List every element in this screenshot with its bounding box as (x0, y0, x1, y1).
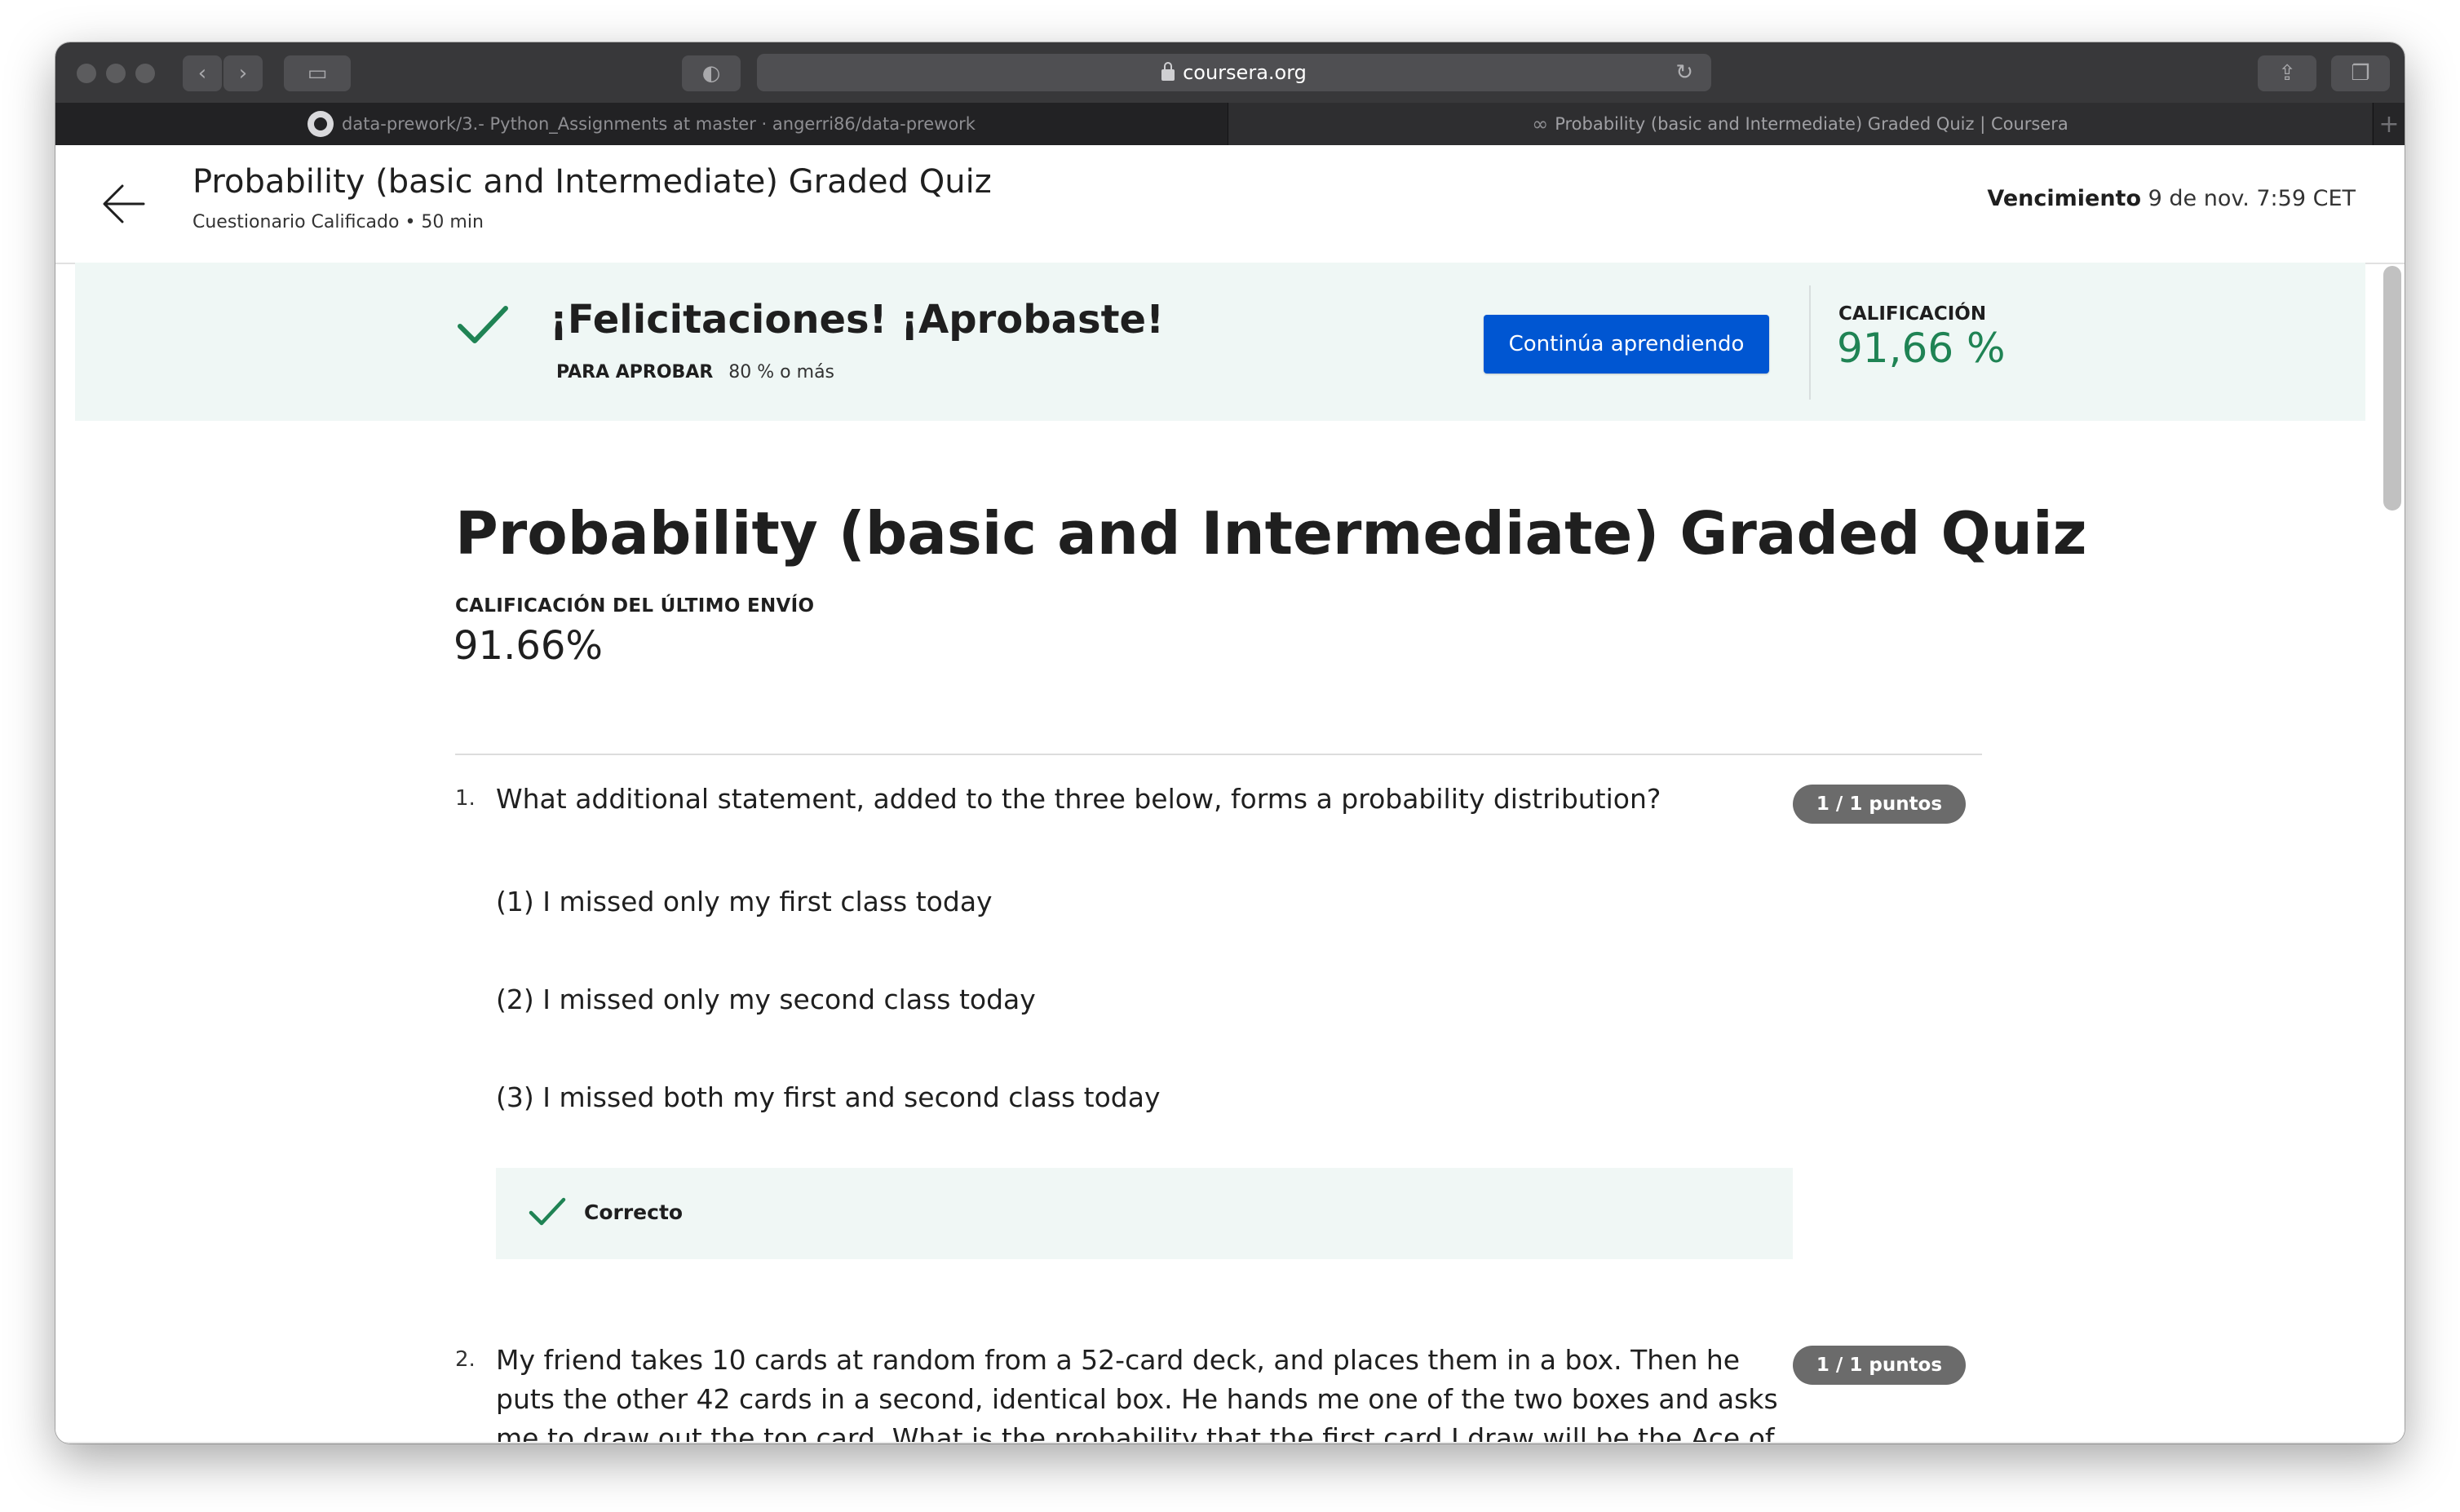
browser-window: ‹ › ▭ ◐ coursera.org ↻ ⇪ ❐ data-prework/… (55, 42, 2405, 1443)
plus-icon: + (2378, 109, 2400, 139)
due-date: Vencimiento 9 de nov. 7:59 CET (1987, 186, 2356, 211)
points-badge: 1 / 1 puntos (1793, 785, 1966, 824)
points-badge: 1 / 1 puntos (1793, 1346, 1966, 1385)
question-option: (3) I missed both my first and second cl… (496, 1081, 1161, 1113)
divider (455, 754, 1982, 755)
answer-feedback: Correcto (496, 1168, 1793, 1259)
tab-github[interactable]: data-prework/3.- Python_Assignments at m… (55, 103, 1228, 145)
forward-nav-button[interactable]: › (223, 55, 263, 91)
pass-title: ¡Felicitaciones! ¡Aprobaste! (550, 297, 1164, 343)
question-number: 2. (455, 1347, 476, 1372)
tab-label: data-prework/3.- Python_Assignments at m… (342, 114, 976, 134)
quiz-title: Probability (basic and Intermediate) Gra… (455, 499, 2087, 568)
maximize-window-button[interactable] (135, 64, 155, 83)
sidebar-toggle-button[interactable]: ▭ (284, 55, 351, 91)
sidebar-icon: ▭ (307, 61, 328, 86)
tab-label: Probability (basic and Intermediate) Gra… (1555, 114, 2068, 134)
shield-icon: ◐ (701, 61, 721, 86)
scrollbar-thumb[interactable] (2383, 266, 2401, 511)
divider (1809, 285, 1811, 400)
minimize-window-button[interactable] (106, 64, 126, 83)
grade-value: 91,66 % (1837, 325, 2006, 372)
due-value: 9 de nov. 7:59 CET (2148, 186, 2356, 211)
browser-toolbar: ‹ › ▭ ◐ coursera.org ↻ ⇪ ❐ (55, 42, 2405, 103)
pass-label: PARA APROBAR (556, 362, 714, 382)
chevron-right-icon: › (238, 61, 248, 86)
link-icon: ∞ (1532, 113, 1549, 135)
lock-icon (1161, 62, 1175, 81)
question-option: (1) I missed only my first class today (496, 886, 993, 917)
pass-requirement: PARA APROBAR 80 % o más (556, 362, 834, 382)
question-number: 1. (455, 786, 476, 811)
chevron-left-icon: ‹ (197, 61, 207, 86)
grade-label: CALIFICACIÓN (1838, 303, 1987, 325)
tabs-icon: ❐ (2351, 61, 2370, 86)
tab-coursera[interactable]: ∞ Probability (basic and Intermediate) G… (1228, 103, 2372, 145)
share-button[interactable]: ⇪ (2258, 55, 2316, 91)
close-window-button[interactable] (77, 64, 96, 83)
check-icon (529, 1197, 566, 1226)
privacy-button[interactable]: ◐ (682, 55, 741, 91)
address-bar[interactable]: coursera.org ↻ (757, 54, 1711, 91)
pass-value: 80 % o más (728, 362, 835, 382)
github-icon (308, 111, 334, 137)
header-subtitle: Cuestionario Calificado • 50 min (192, 212, 484, 232)
question-option: (2) I missed only my second class today (496, 984, 1036, 1015)
question-text: What additional statement, added to the … (496, 783, 1661, 815)
last-submission-label: CALIFICACIÓN DEL ÚLTIMO ENVÍO (455, 595, 815, 617)
tab-bar: data-prework/3.- Python_Assignments at m… (55, 103, 2405, 145)
due-label: Vencimiento (1987, 186, 2142, 211)
back-nav-button[interactable]: ‹ (183, 55, 222, 91)
feedback-text: Correcto (584, 1200, 684, 1224)
divider (55, 1442, 2405, 1443)
tabs-overview-button[interactable]: ❐ (2331, 55, 2390, 91)
reload-icon[interactable]: ↻ (1675, 60, 1693, 85)
page-content: Probability (basic and Intermediate) Gra… (55, 145, 2405, 1443)
pass-banner: ¡Felicitaciones! ¡Aprobaste! PARA APROBA… (75, 263, 2365, 421)
address-url: coursera.org (1183, 61, 1307, 84)
back-arrow-icon[interactable] (98, 178, 150, 230)
page-header: Probability (basic and Intermediate) Gra… (55, 145, 2405, 264)
last-submission-value: 91.66% (454, 623, 604, 669)
question-text: My friend takes 10 cards at random from … (496, 1344, 1778, 1443)
new-tab-button[interactable]: + (2373, 103, 2405, 145)
check-icon (458, 306, 508, 343)
continue-learning-button[interactable]: Continúa aprendiendo (1484, 315, 1769, 374)
share-icon: ⇪ (2278, 61, 2296, 86)
header-title: Probability (basic and Intermediate) Gra… (192, 163, 992, 201)
